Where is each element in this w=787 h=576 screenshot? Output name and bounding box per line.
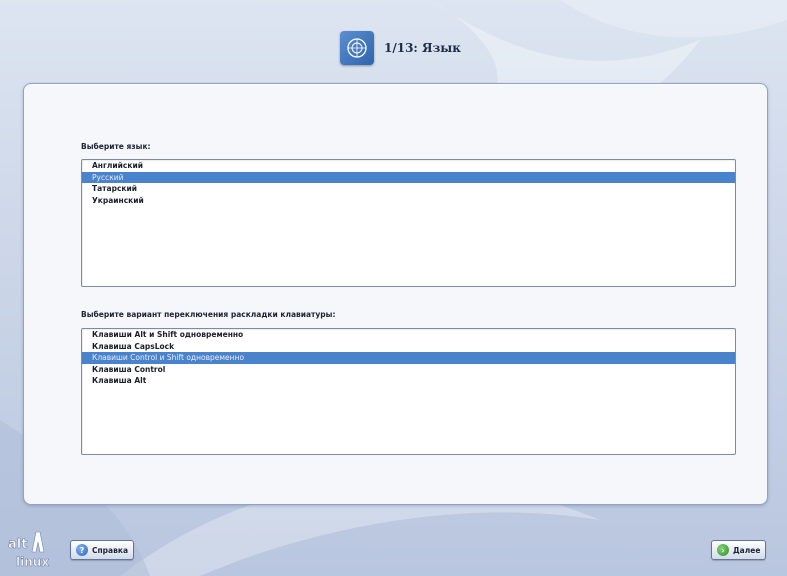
next-button-label: Далее bbox=[733, 545, 761, 555]
keyboard-layout-list-item[interactable]: Клавиша Control bbox=[82, 364, 735, 376]
next-button[interactable]: › Далее bbox=[711, 540, 767, 560]
language-list[interactable]: Английский Русский Татарский Украинский bbox=[81, 159, 736, 287]
language-list-item[interactable]: Украинский bbox=[82, 195, 735, 207]
language-flag-icon bbox=[340, 31, 374, 65]
keyboard-layout-list-item[interactable]: Клавиша CapsLock bbox=[82, 341, 735, 353]
help-icon: ? bbox=[76, 544, 88, 556]
language-list-item[interactable]: Английский bbox=[82, 160, 735, 172]
keyboard-layout-list-item[interactable]: Клавиши Alt и Shift одновременно bbox=[82, 329, 735, 341]
language-label: Выберите язык: bbox=[81, 142, 151, 151]
step-header: 1/13: Язык bbox=[340, 28, 461, 68]
help-button-label: Справка bbox=[92, 545, 129, 555]
keyboard-layout-list[interactable]: Клавиши Alt и Shift одновременно Клавиша … bbox=[81, 328, 736, 455]
svg-text:linux: linux bbox=[16, 555, 49, 569]
alt-linux-logo: alt linux bbox=[6, 526, 66, 572]
arrow-right-icon: › bbox=[717, 544, 729, 556]
language-list-item[interactable]: Русский bbox=[82, 171, 735, 183]
keyboard-layout-list-item[interactable]: Клавиши Control и Shift одновременно bbox=[82, 352, 735, 364]
keyboard-label: Выберите вариант переключения раскладки … bbox=[81, 310, 336, 319]
keyboard-layout-list-item[interactable]: Клавиша Alt bbox=[82, 375, 735, 387]
svg-text:alt: alt bbox=[8, 537, 27, 552]
language-list-item[interactable]: Татарский bbox=[82, 183, 735, 195]
step-title: 1/13: Язык bbox=[384, 41, 461, 55]
help-button[interactable]: ? Справка bbox=[70, 540, 135, 560]
main-panel: Выберите язык: Английский Русский Татарски… bbox=[23, 83, 768, 505]
